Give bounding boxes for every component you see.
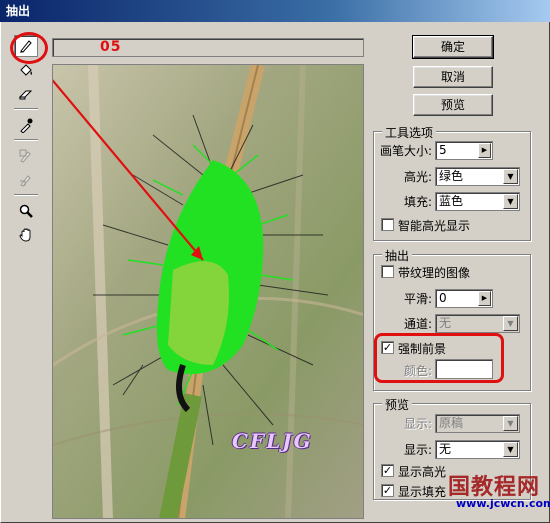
channel-select[interactable]: 无 ▼: [435, 314, 520, 333]
show-highlight-label: 显示高光: [398, 465, 447, 479]
show-label: 显示:: [404, 417, 433, 431]
show-fill-label: 显示填充: [398, 485, 447, 499]
cleanup-icon: [19, 149, 31, 163]
fill-value: 蓝色: [439, 194, 464, 208]
annotation-circle: [10, 32, 48, 64]
show-highlight-checkbox[interactable]: ✓: [381, 464, 394, 477]
preview-title: 预览: [382, 396, 413, 413]
smooth-value: 0: [439, 291, 447, 305]
spin-arrow-icon[interactable]: ▶: [478, 143, 491, 158]
smooth-input[interactable]: 0 ▶: [435, 289, 493, 308]
preview-button[interactable]: 预览: [413, 94, 493, 116]
hand-tool[interactable]: [14, 224, 38, 246]
tool-palette: [14, 35, 44, 248]
smart-highlight-label: 智能高光显示: [398, 219, 471, 233]
chevron-down-icon[interactable]: ▼: [503, 316, 518, 331]
highlight-select[interactable]: 绿色 ▼: [435, 167, 520, 186]
annotation-box: [374, 333, 504, 383]
eraser-tool[interactable]: [14, 83, 38, 105]
smart-highlight-checkbox[interactable]: [381, 218, 394, 231]
cancel-button[interactable]: 取消: [413, 66, 493, 88]
fill-bucket-icon: [20, 64, 32, 76]
caterpillar-image: [53, 65, 363, 518]
chevron-down-icon[interactable]: ▼: [503, 169, 518, 184]
status-field: [52, 38, 364, 57]
highlight-label: 高光:: [404, 170, 433, 184]
display-value: 无: [439, 442, 452, 456]
eyedropper-icon: [20, 118, 33, 133]
brush-size-value: 5: [439, 143, 447, 157]
chevron-down-icon[interactable]: ▼: [503, 442, 518, 457]
channel-value: 无: [439, 316, 452, 330]
magnifier-icon: [19, 204, 33, 218]
spin-arrow-icon[interactable]: ▶: [478, 291, 491, 306]
extraction-title: 抽出: [382, 247, 413, 264]
highlight-value: 绿色: [439, 169, 464, 183]
site-url-watermark: www.jcwcn.com: [456, 497, 550, 510]
chevron-down-icon[interactable]: ▼: [503, 416, 518, 431]
display-select[interactable]: 无 ▼: [435, 440, 520, 459]
fill-select[interactable]: 蓝色 ▼: [435, 192, 520, 211]
cleanup-tool[interactable]: [14, 145, 38, 167]
eyedropper-tool[interactable]: [14, 114, 38, 136]
chevron-down-icon[interactable]: ▼: [503, 194, 518, 209]
show-fill-checkbox[interactable]: ✓: [381, 484, 394, 497]
tool-options-title: 工具选项: [382, 124, 437, 141]
step-label: 05: [100, 39, 122, 55]
display-label: 显示:: [404, 443, 433, 457]
logo-watermark: CFLJG: [232, 429, 313, 453]
zoom-tool[interactable]: [14, 200, 38, 222]
preview-canvas[interactable]: [52, 64, 364, 519]
show-value: 原稿: [439, 416, 464, 430]
brush-size-input[interactable]: 5 ▶: [435, 141, 493, 160]
brush-size-label: 画笔大小:: [380, 144, 433, 158]
eraser-icon: [18, 90, 33, 100]
textured-image-checkbox[interactable]: [381, 265, 394, 278]
smooth-label: 平滑:: [404, 292, 433, 306]
ok-button[interactable]: 确定: [412, 35, 494, 59]
hand-icon: [19, 228, 31, 242]
edge-touchup-tool[interactable]: [14, 169, 38, 191]
window-title: 抽出: [0, 0, 550, 22]
show-select[interactable]: 原稿 ▼: [435, 414, 520, 433]
edge-touchup-icon: [20, 175, 31, 187]
textured-image-label: 带纹理的图像: [398, 266, 471, 280]
fill-label: 填充:: [404, 195, 433, 209]
channel-label: 通道:: [404, 317, 433, 331]
